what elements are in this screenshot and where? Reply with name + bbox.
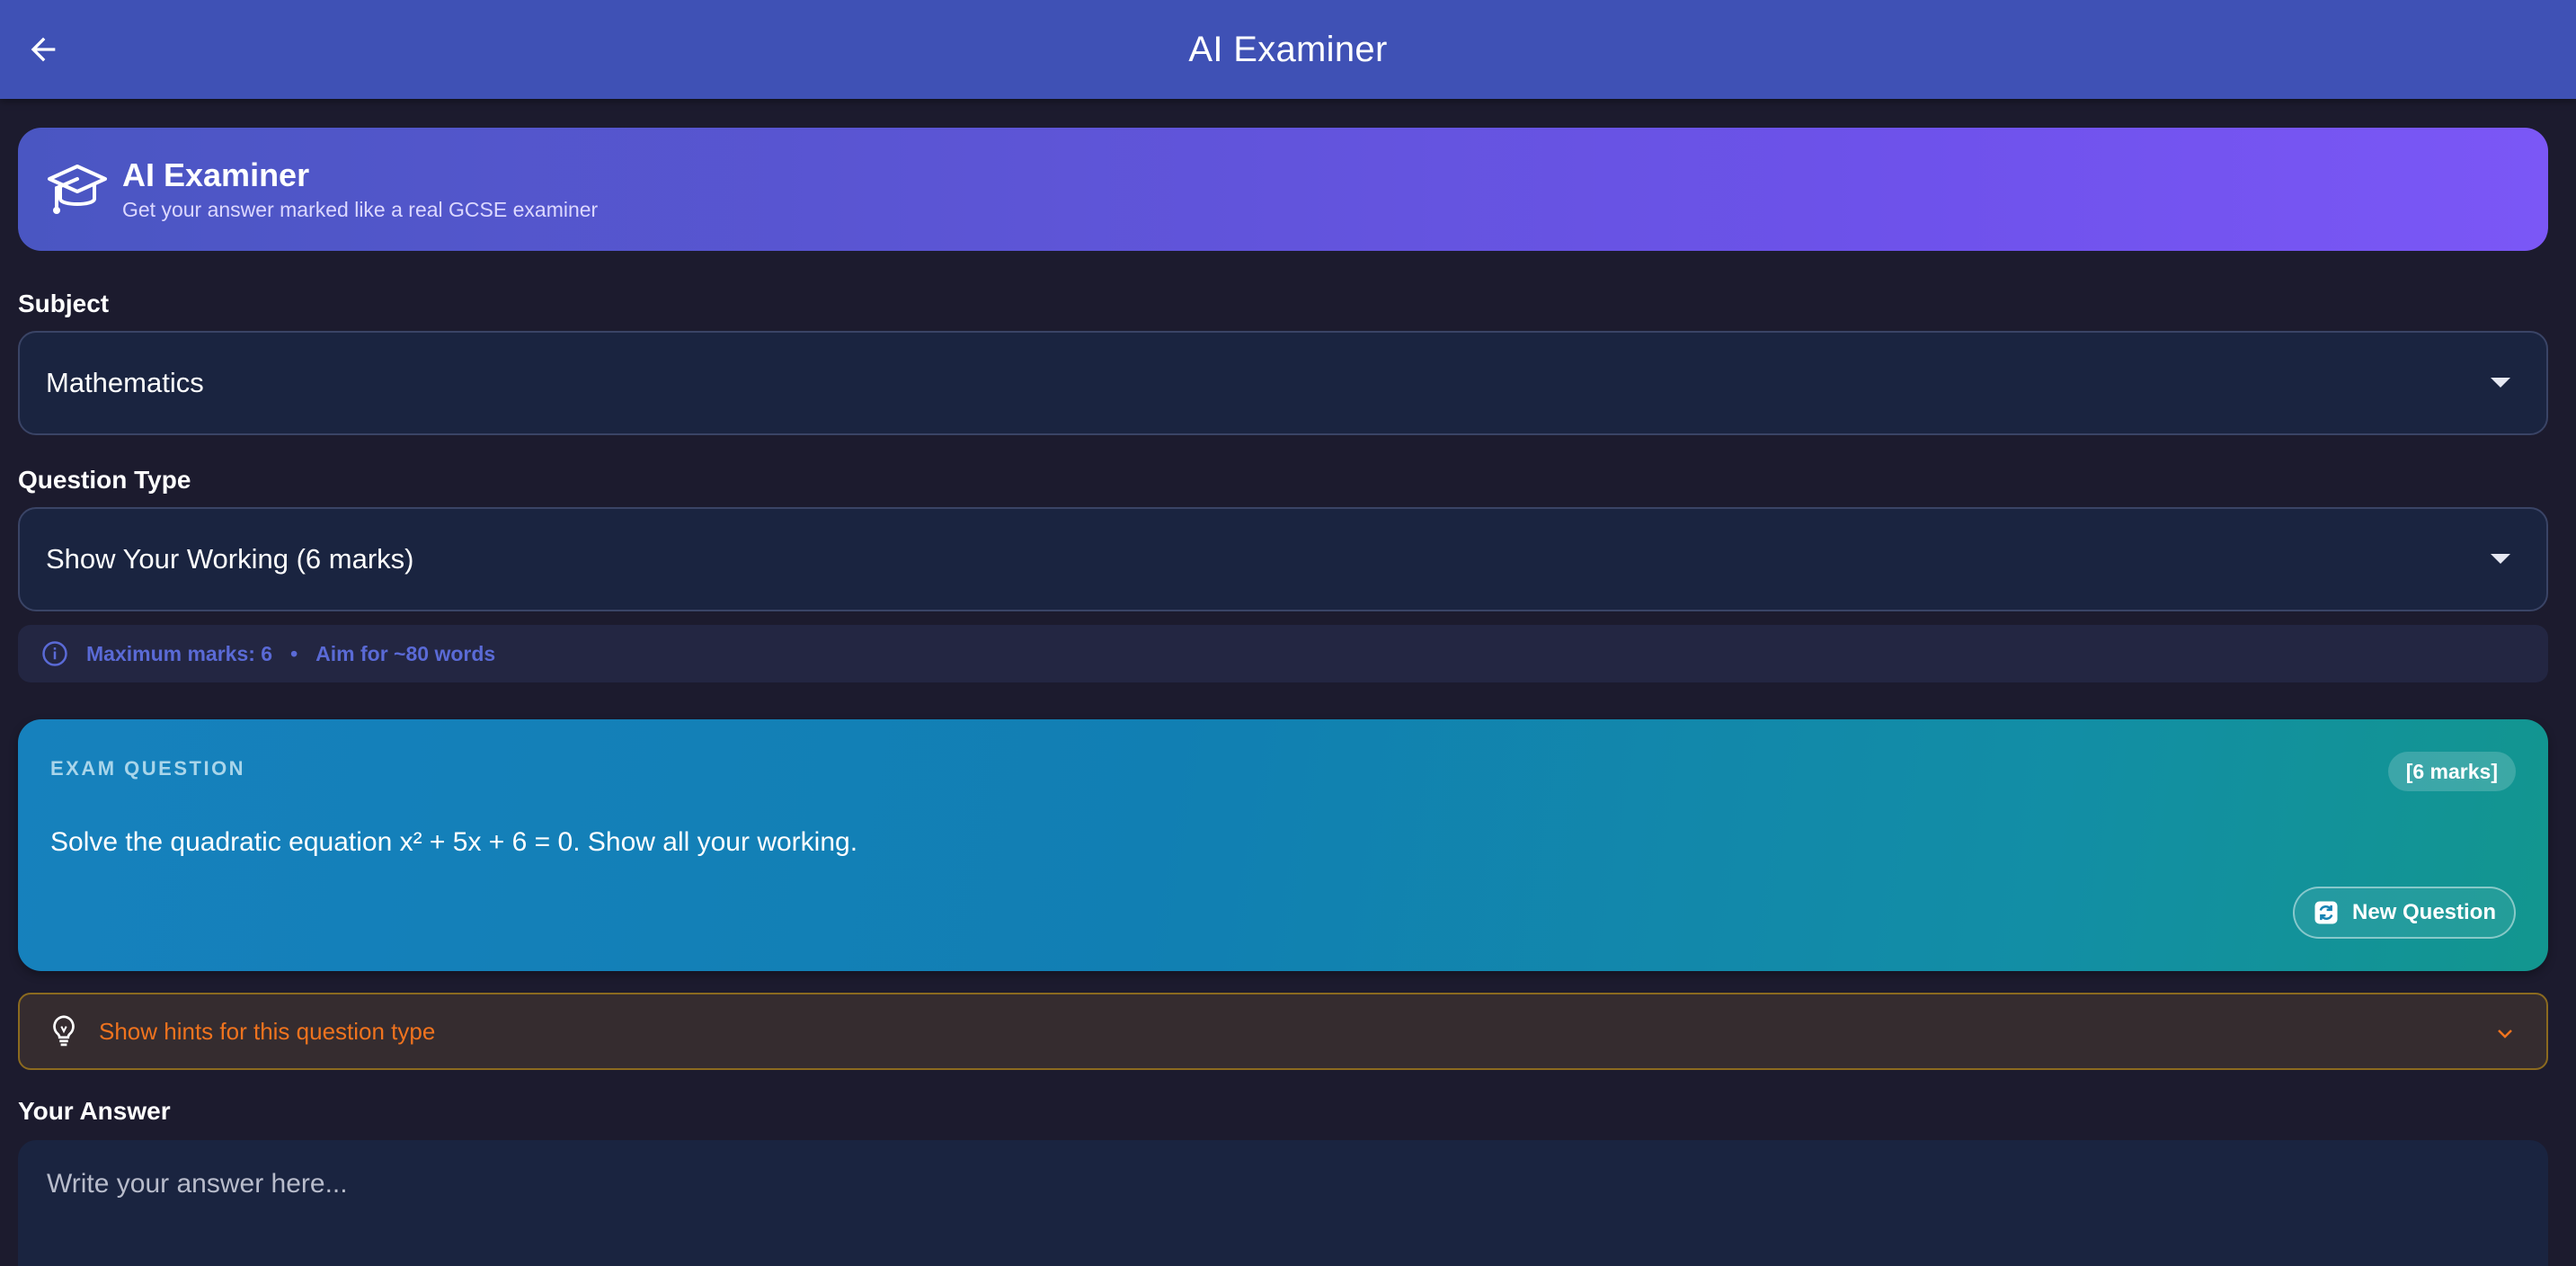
arrow-left-icon — [31, 37, 56, 62]
exam-question-card: EXAM QUESTION [6 marks] Solve the quadra… — [18, 719, 2548, 971]
subject-value: Mathematics — [46, 367, 204, 398]
lightbulb-icon — [53, 1015, 75, 1047]
marks-info-bar: Maximum marks: 6 • Aim for ~80 words — [18, 625, 2548, 682]
your-answer-label: Your Answer — [18, 1097, 171, 1125]
info-separator: • — [290, 641, 298, 665]
subject-label: Subject — [18, 290, 110, 317]
marks-badge: [6 marks] — [2387, 752, 2516, 791]
dropdown-arrow-icon — [2491, 378, 2510, 388]
max-marks-text: Maximum marks: 6 — [86, 641, 273, 665]
question-type-value: Show Your Working (6 marks) — [46, 543, 414, 575]
answer-input[interactable] — [45, 1167, 2472, 1239]
question-type-label: Question Type — [18, 466, 191, 494]
exam-question-text: Solve the quadratic equation x² + 5x + 6… — [50, 827, 858, 857]
hints-toggle[interactable]: Show hints for this question type — [18, 993, 2548, 1070]
hints-label: Show hints for this question type — [99, 1017, 436, 1045]
info-circle-icon — [42, 641, 67, 666]
aim-words-text: Aim for ~80 words — [315, 641, 496, 665]
new-question-label: New Question — [2351, 900, 2497, 924]
hero-title: AI Examiner — [122, 156, 310, 193]
hero-banner: AI Examiner Get your answer marked like … — [18, 128, 2548, 251]
app-bar-title: AI Examiner — [1188, 29, 1388, 69]
subject-select[interactable]: Mathematics — [18, 331, 2548, 435]
refresh-icon — [2314, 901, 2338, 924]
new-question-button[interactable]: New Question — [2293, 887, 2516, 939]
exam-question-label: EXAM QUESTION — [50, 757, 246, 780]
back-button[interactable] — [18, 24, 68, 75]
dropdown-arrow-icon — [2491, 554, 2510, 564]
hero-subtitle: Get your answer marked like a real GCSE … — [122, 197, 599, 221]
chevron-down-icon — [2498, 1030, 2512, 1039]
app-bar: AI Examiner — [0, 0, 2576, 99]
graduation-cap-icon — [45, 157, 110, 222]
question-type-select[interactable]: Show Your Working (6 marks) — [18, 507, 2548, 611]
answer-box — [18, 1140, 2548, 1266]
